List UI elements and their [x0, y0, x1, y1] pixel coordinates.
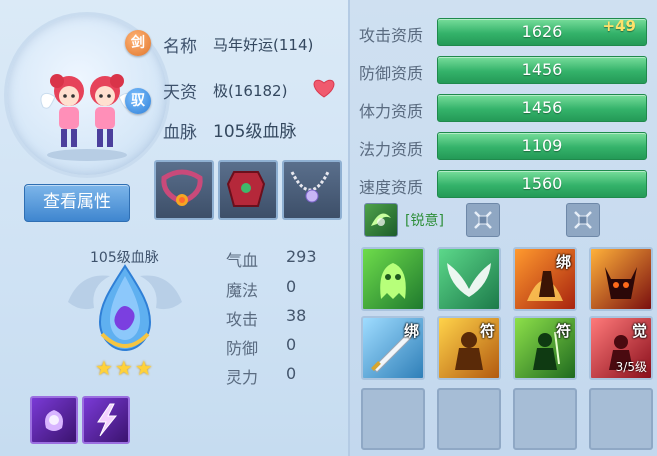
bloodline-skill-1[interactable]	[30, 396, 78, 444]
equip-slot-collar[interactable]	[154, 160, 214, 220]
aptitude-value-magic: 1109	[521, 136, 563, 155]
aptitude-value-speed: 1560	[521, 174, 563, 193]
equip-slot-armor[interactable]	[218, 160, 278, 220]
skill-slot-2[interactable]	[437, 247, 501, 311]
aptitude-value-stamina: 1456	[521, 98, 563, 117]
aptitude-label-speed: 速度资质	[359, 178, 424, 197]
heart-icon[interactable]	[313, 78, 335, 98]
star-rating: ★★★	[95, 356, 155, 380]
pet-sprite-icon	[40, 74, 134, 161]
aptitude-bar-speed: 1560	[437, 170, 647, 198]
attr-label-attack: 攻击	[226, 310, 259, 329]
collar-icon	[161, 169, 203, 206]
empty-skill-slot-1[interactable]	[361, 388, 425, 450]
attr-label-spirit: 灵力	[226, 368, 259, 387]
view-attributes-button[interactable]: 查看属性	[24, 184, 130, 222]
aptitude-bonus-attack: +49	[602, 17, 636, 35]
aptitude-label-attack: 攻击资质	[359, 26, 424, 45]
attr-label-mp: 魔法	[226, 281, 259, 300]
bloodline-value: 105级血脉	[213, 122, 297, 142]
bloodline-label: 血脉	[163, 123, 197, 143]
tame-icon[interactable]: 驭	[125, 88, 151, 114]
attr-value-defense: 0	[286, 335, 297, 354]
skill-slot-1[interactable]	[361, 247, 425, 311]
empty-skill-slot-4[interactable]	[589, 388, 653, 450]
skill-tag-5: 绑	[403, 322, 419, 340]
aptitude-label-defense: 防御资质	[359, 64, 424, 83]
attr-label-hp: 气血	[226, 251, 259, 270]
skill-level-8: 3/5级	[615, 360, 647, 374]
locked-status-slot-2[interactable]	[566, 203, 600, 237]
name-value: 马年好运(114)	[213, 36, 314, 54]
crossed-arrows-icon	[474, 211, 492, 229]
attr-label-defense: 防御	[226, 339, 259, 358]
purple-blossom-icon	[45, 410, 63, 431]
lightning-icon	[97, 403, 118, 437]
demon-head-icon	[605, 267, 637, 299]
sharp-whirl-icon	[371, 213, 391, 226]
aptitude-bar-attack: 1626 +49	[437, 17, 647, 46]
skill-tag-3: 绑	[555, 253, 571, 271]
skill-slot-7[interactable]: 符	[513, 316, 577, 380]
bloodline-emblem-icon	[68, 264, 182, 352]
skill-tag-8: 觉	[631, 322, 647, 340]
sword-icon[interactable]: 剑	[125, 30, 151, 56]
empty-skill-slot-3[interactable]	[513, 388, 577, 450]
equip-slot-necklace[interactable]	[282, 160, 342, 220]
attr-value-mp: 0	[286, 277, 297, 296]
talent-label: 天资	[163, 83, 197, 103]
necklace-icon	[290, 171, 330, 203]
name-label: 名称	[163, 37, 197, 57]
skill-tag-6: 符	[479, 322, 495, 340]
armor-icon	[226, 171, 266, 207]
aptitude-label-stamina: 体力资质	[359, 102, 424, 121]
crossed-arrows-icon	[574, 211, 592, 229]
white-wing-icon	[447, 263, 491, 297]
sharp-status-slot[interactable]	[364, 203, 398, 237]
aptitude-label-magic: 法力资质	[359, 140, 424, 159]
aptitude-bar-magic: 1109	[437, 132, 647, 160]
attr-value-attack: 38	[286, 306, 307, 325]
bloodline-skill-2[interactable]	[82, 396, 130, 444]
sharp-status-label: [锐意]	[405, 213, 444, 229]
attr-value-spirit: 0	[286, 364, 297, 383]
pet-info-panel: 剑 驭 名称 马年好运(114) 天资 极(16182) 血脉 105级血脉 查…	[0, 0, 346, 456]
skill-slot-6[interactable]: 符	[437, 316, 501, 380]
green-ghost-icon	[380, 263, 406, 299]
skill-tag-7: 符	[555, 322, 571, 340]
skill-slot-5[interactable]: 绑	[361, 316, 425, 380]
aptitude-bar-stamina: 1456	[437, 94, 647, 122]
locked-status-slot-1[interactable]	[466, 203, 500, 237]
skill-slot-4[interactable]	[589, 247, 653, 311]
attr-value-hp: 293	[286, 247, 317, 266]
talent-value: 极(16182)	[213, 82, 288, 100]
aptitude-value-defense: 1456	[521, 60, 563, 79]
skill-slot-3[interactable]: 绑	[513, 247, 577, 311]
empty-skill-slot-2[interactable]	[437, 388, 501, 450]
aptitude-bar-defense: 1456	[437, 56, 647, 84]
skill-slot-8[interactable]: 觉 3/5级	[589, 316, 653, 380]
